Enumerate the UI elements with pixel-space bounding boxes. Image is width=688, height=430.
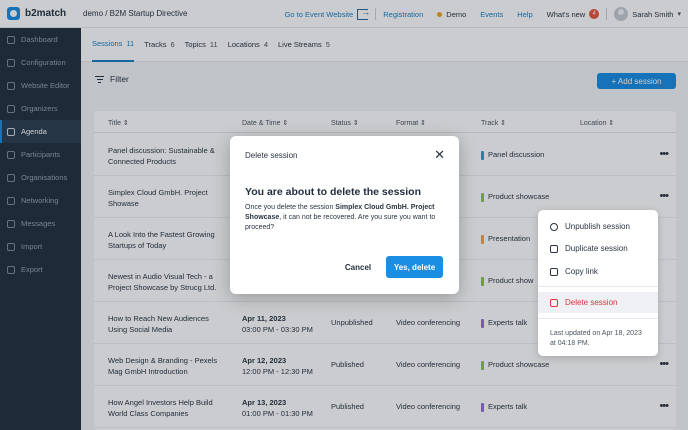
divider [538,286,658,287]
duplicate-session-item[interactable]: Duplicate session [538,238,658,259]
menu-item-label: Delete session [565,298,618,307]
delete-session-modal: Delete session ✕ You are about to delete… [230,136,459,294]
close-icon[interactable]: ✕ [434,147,445,163]
modal-header: Delete session [245,151,298,160]
unpublish-session-item[interactable]: Unpublish session [538,216,658,237]
trash-icon [550,298,558,307]
session-context-menu: Unpublish session Duplicate session Copy… [538,210,658,356]
delete-session-item[interactable]: Delete session [538,292,658,313]
menu-item-label: Unpublish session [565,222,630,231]
menu-item-label: Duplicate session [565,244,628,253]
copy-link-item[interactable]: Copy link [538,261,658,282]
modal-body: Once you delete the session Simplex Clou… [245,204,436,231]
divider [538,318,658,319]
last-updated-info: Last updated on Apr 18, 2023 at 04:18 PM. [550,330,642,347]
confirm-delete-button[interactable]: Yes, delete [386,256,443,278]
duplicate-icon [550,244,558,253]
modal-title: You are about to delete the session [245,186,422,198]
cancel-button[interactable]: Cancel [335,256,381,278]
menu-item-label: Copy link [565,267,598,276]
document-icon [550,267,558,276]
question-circle-icon [550,222,558,231]
